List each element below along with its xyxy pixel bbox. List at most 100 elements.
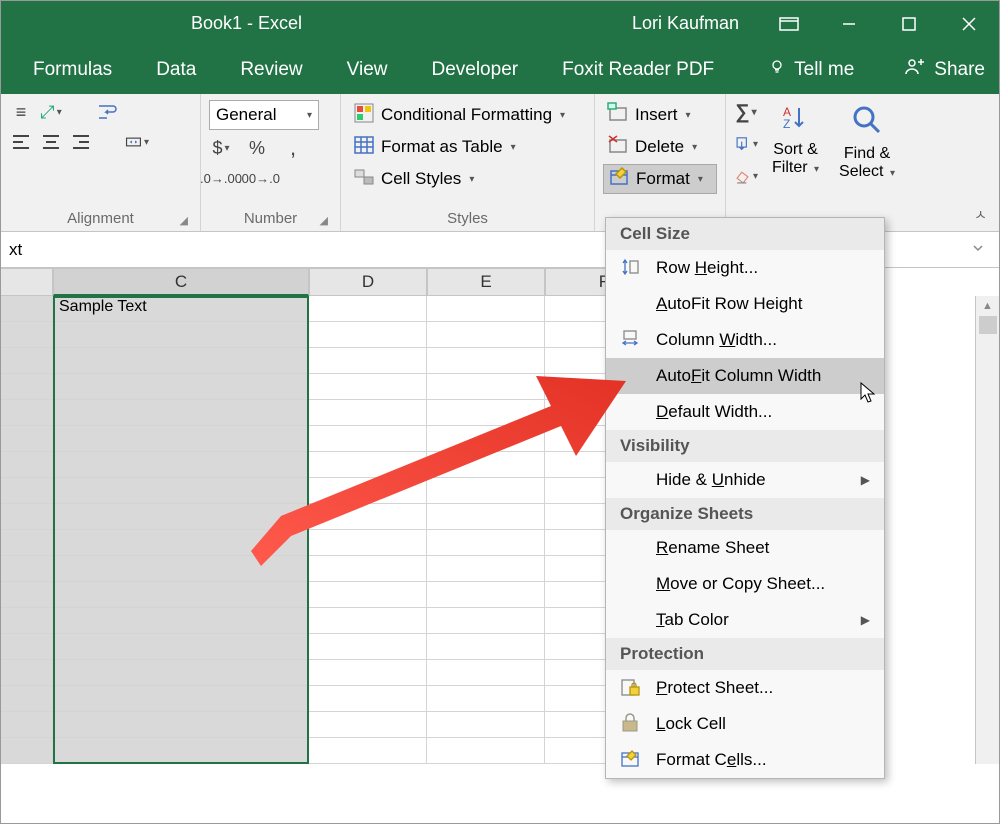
cell[interactable] [53,686,309,712]
cell[interactable] [309,374,427,400]
cell[interactable] [309,426,427,452]
align-left-icon[interactable] [9,130,33,154]
cell[interactable] [53,452,309,478]
ribbon-options-button[interactable] [759,1,819,46]
close-button[interactable] [939,1,999,46]
tab-formulas[interactable]: Formulas [11,46,134,94]
cell[interactable] [427,400,545,426]
number-format-combo[interactable]: General ▾ [209,100,319,130]
menu-item[interactable]: Row Height... [606,250,884,286]
cell[interactable] [427,348,545,374]
cell[interactable] [309,634,427,660]
column-header-E[interactable]: E [427,268,545,296]
share-button[interactable]: Share [904,57,985,83]
cell[interactable] [309,608,427,634]
orientation-icon[interactable]: ⤢▾ [39,100,63,124]
menu-item[interactable]: Default Width... [606,394,884,430]
cell-styles-button[interactable]: Cell Styles▾ [349,164,586,194]
wrap-text-icon[interactable] [95,100,119,124]
align-right-icon[interactable] [69,130,93,154]
maximize-button[interactable] [879,1,939,46]
cell[interactable] [427,608,545,634]
cell[interactable] [427,530,545,556]
cell[interactable] [427,374,545,400]
alignment-dialog-launcher[interactable]: ◢ [180,214,188,227]
menu-item[interactable]: Rename Sheet [606,530,884,566]
cell[interactable] [427,556,545,582]
column-header-C[interactable]: C [53,268,309,296]
menu-item[interactable]: Move or Copy Sheet... [606,566,884,602]
tab-review[interactable]: Review [218,46,324,94]
formula-bar-expand-icon[interactable] [971,240,985,260]
insert-button[interactable]: Insert ▾ [603,100,717,130]
cell[interactable] [53,608,309,634]
cell[interactable] [427,686,545,712]
tab-view[interactable]: View [325,46,410,94]
cell[interactable] [309,504,427,530]
number-dialog-launcher[interactable]: ◢ [320,214,328,227]
cell[interactable] [53,504,309,530]
cell[interactable] [427,322,545,348]
cell[interactable] [53,556,309,582]
cell-c1[interactable]: Sample Text [53,296,309,322]
find-select-button[interactable]: Find &Select ▾ [833,100,901,184]
menu-item[interactable]: Lock Cell [606,706,884,742]
cell[interactable] [53,348,309,374]
cell[interactable] [309,556,427,582]
merge-center-icon[interactable]: ▾ [125,130,149,154]
delete-button[interactable]: Delete ▾ [603,132,717,162]
cell[interactable] [427,426,545,452]
cell[interactable] [309,478,427,504]
collapse-ribbon-button[interactable]: ㅅ [974,205,987,225]
cell[interactable] [309,660,427,686]
increase-decimal-icon[interactable]: .0→.00 [209,166,233,190]
cell[interactable] [53,400,309,426]
cell[interactable] [309,530,427,556]
menu-item[interactable]: Hide & Unhide▶ [606,462,884,498]
cell[interactable] [53,582,309,608]
menu-item[interactable]: Protect Sheet... [606,670,884,706]
cell[interactable] [309,322,427,348]
cell[interactable] [427,712,545,738]
scroll-up-icon[interactable]: ▲ [982,300,993,312]
cell[interactable] [309,400,427,426]
minimize-button[interactable] [819,1,879,46]
cell[interactable] [53,478,309,504]
cell[interactable] [53,738,309,764]
cell[interactable] [427,504,545,530]
cell[interactable] [309,582,427,608]
accounting-format-icon[interactable]: $ ▾ [209,136,233,160]
menu-item[interactable]: Format Cells... [606,742,884,778]
cell[interactable] [427,296,545,322]
align-center-icon[interactable] [39,130,63,154]
comma-format-icon[interactable]: , [281,136,305,160]
cell[interactable] [53,374,309,400]
column-header-D[interactable]: D [309,268,427,296]
cell[interactable] [427,634,545,660]
cell[interactable] [53,712,309,738]
cell[interactable] [53,660,309,686]
autosum-icon[interactable]: ∑ ▾ [734,100,758,124]
clear-icon[interactable]: ▾ [734,164,758,188]
decrease-decimal-icon[interactable]: .00→.0 [247,166,271,190]
cell[interactable] [427,452,545,478]
conditional-formatting-button[interactable]: Conditional Formatting▾ [349,100,586,130]
cell[interactable] [53,634,309,660]
tab-data[interactable]: Data [134,46,218,94]
fill-icon[interactable]: ▾ [734,132,758,156]
percent-format-icon[interactable]: % [245,136,269,160]
tab-developer[interactable]: Developer [409,46,540,94]
cell[interactable] [309,452,427,478]
menu-item[interactable]: Tab Color▶ [606,602,884,638]
align-middle-icon[interactable]: ≡ [9,100,33,124]
cell[interactable] [309,686,427,712]
cell[interactable] [427,738,545,764]
format-button[interactable]: Format▾ [603,164,717,194]
menu-item[interactable]: AutoFit Column Width [606,358,884,394]
cell[interactable] [309,738,427,764]
cell[interactable] [427,660,545,686]
format-as-table-button[interactable]: Format as Table▾ [349,132,586,162]
cell[interactable] [309,296,427,322]
cell[interactable] [309,348,427,374]
cell[interactable] [53,426,309,452]
